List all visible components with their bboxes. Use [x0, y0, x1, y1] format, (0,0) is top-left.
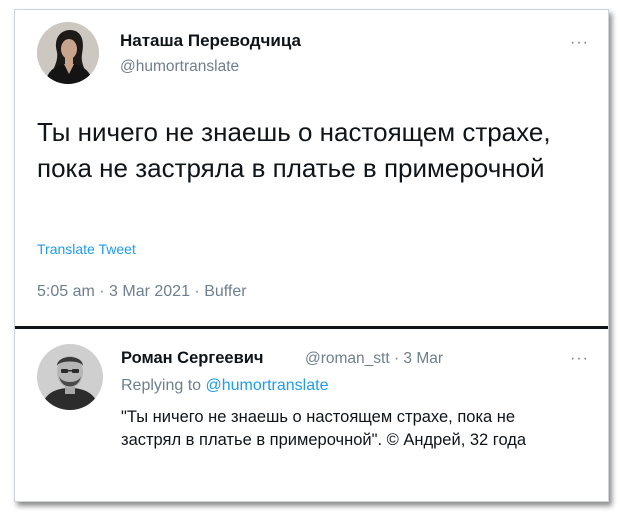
section-divider — [15, 326, 608, 329]
author-name[interactable]: Наташа Переводчица — [120, 31, 301, 51]
reply-text: "Ты ничего не знаешь о настоящем страхе,… — [121, 408, 527, 449]
more-dots-icon[interactable]: ··· — [570, 35, 589, 51]
screenshot-card: Наташа Переводчица @humortranslate ··· Т… — [14, 9, 609, 502]
reply-handle-date[interactable]: @roman_stt · 3 Mar — [305, 350, 443, 368]
translate-tweet-link[interactable]: Translate Tweet — [37, 241, 136, 257]
reply-author-avatar[interactable] — [37, 344, 103, 410]
replying-to: Replying to @humortranslate — [121, 377, 328, 395]
author-handle[interactable]: @humortranslate — [120, 58, 239, 76]
woman-portrait-icon — [37, 22, 99, 84]
man-portrait-icon — [37, 344, 103, 410]
replying-to-prefix: Replying to — [121, 377, 206, 394]
tweet-text: Ты ничего не знаешь о настоящем страхе, … — [37, 117, 551, 183]
author-avatar[interactable] — [37, 22, 99, 84]
more-dots-icon[interactable]: ··· — [570, 351, 589, 367]
tweet-timestamp[interactable]: 5:05 am · 3 Mar 2021 · Buffer — [37, 283, 247, 301]
reply-author-name[interactable]: Роман Сергеевич — [121, 349, 263, 368]
replying-to-handle[interactable]: @humortranslate — [206, 377, 329, 394]
